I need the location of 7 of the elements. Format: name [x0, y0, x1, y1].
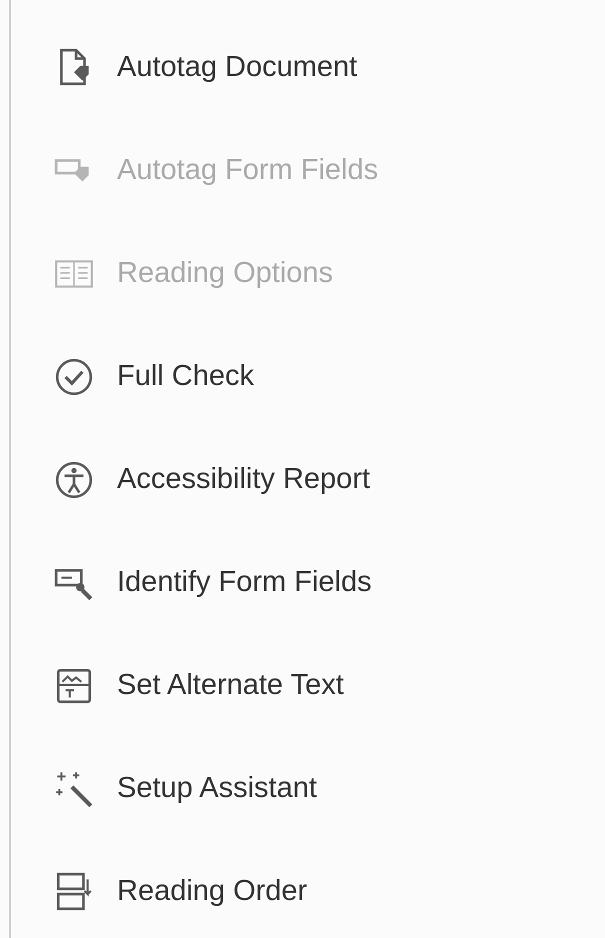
- tool-item[interactable]: Accessibility Report: [117, 463, 370, 496]
- tool-item[interactable]: Set Alternate Text: [117, 669, 344, 702]
- tool-item[interactable]: Identify Form Fields: [117, 566, 372, 599]
- tool-item[interactable]: Autotag Document: [117, 51, 358, 84]
- tool-item[interactable]: Reading Order: [117, 875, 308, 908]
- tool-item[interactable]: Setup Assistant: [117, 772, 317, 805]
- tool-item[interactable]: Full Check: [117, 360, 254, 393]
